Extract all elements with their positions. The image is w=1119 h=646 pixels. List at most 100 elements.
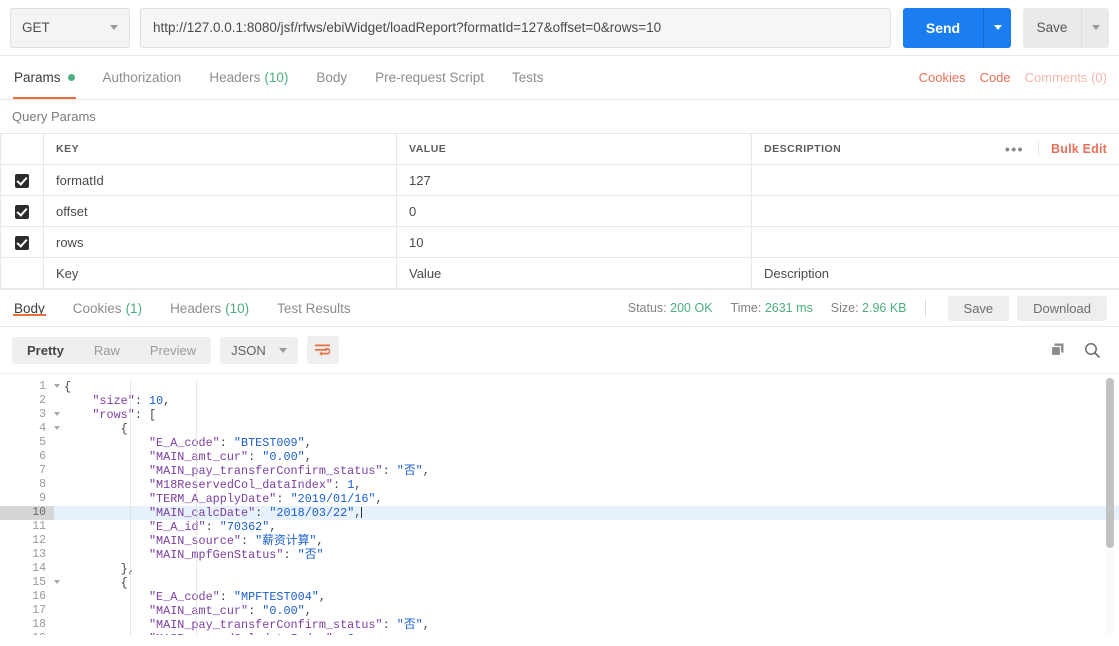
param-key-cell[interactable]: offset bbox=[43, 195, 397, 227]
request-tab-tests[interactable]: Tests bbox=[498, 56, 558, 99]
action-cookies[interactable]: Cookies bbox=[919, 70, 966, 85]
json-key: "MAIN_pay_transferConfirm_status" bbox=[148, 618, 383, 632]
code-line: "E_A_code": "MPFTEST004", bbox=[54, 590, 1119, 604]
json-punctuation: : bbox=[382, 618, 397, 632]
url-input[interactable]: http://127.0.0.1:8080/jsf/rfws/ebiWidget… bbox=[140, 7, 891, 48]
view-mode-raw[interactable]: Raw bbox=[79, 337, 135, 364]
param-description-cell[interactable]: Description bbox=[751, 257, 1119, 289]
tab-label: Headers bbox=[209, 70, 261, 85]
tab-count: (10) bbox=[225, 300, 250, 316]
code-line: "MAIN_source": "薪资计算", bbox=[54, 534, 1119, 548]
param-checkbox-cell bbox=[0, 226, 44, 258]
param-description-cell[interactable] bbox=[751, 164, 1119, 196]
line-number: 18 bbox=[32, 618, 46, 631]
time-value: 2631 ms bbox=[764, 301, 813, 315]
line-number: 5 bbox=[39, 436, 46, 449]
params-col-description-label: DESCRIPTION bbox=[764, 143, 842, 155]
code-line: "rows": [ bbox=[54, 408, 1119, 422]
params-row: offset 0 bbox=[0, 195, 1119, 227]
http-method-select[interactable]: GET bbox=[10, 7, 130, 48]
search-button[interactable] bbox=[1077, 336, 1107, 364]
vertical-scrollbar-thumb[interactable] bbox=[1106, 378, 1114, 548]
request-tab-body[interactable]: Body bbox=[302, 56, 361, 99]
size-value: 2.96 KB bbox=[862, 301, 907, 315]
save-options-button[interactable] bbox=[1081, 7, 1109, 48]
json-punctuation: : bbox=[205, 520, 220, 534]
param-checkbox[interactable] bbox=[15, 204, 29, 219]
line-number: 2 bbox=[39, 394, 46, 407]
bulk-edit-button[interactable]: Bulk Edit bbox=[1039, 142, 1119, 156]
code-line: "MAIN_pay_transferConfirm_status": "否", bbox=[54, 464, 1119, 478]
param-value-cell[interactable]: Value bbox=[396, 257, 752, 289]
horizontal-scrollbar[interactable] bbox=[0, 635, 1119, 639]
action-code[interactable]: Code bbox=[980, 70, 1011, 85]
request-tab-authorization[interactable]: Authorization bbox=[89, 56, 196, 99]
line-number: 12 bbox=[32, 534, 46, 547]
tab-label: Tests bbox=[511, 70, 544, 85]
response-save-button[interactable]: Save bbox=[947, 295, 1010, 321]
copy-button[interactable] bbox=[1043, 336, 1073, 364]
json-key: "MAIN_mpfGenStatus" bbox=[148, 548, 284, 562]
code-line: "MAIN_amt_cur": "0.00", bbox=[54, 450, 1119, 464]
json-key: "E_A_code" bbox=[148, 590, 220, 604]
tab-label: Pre-request Script bbox=[375, 70, 484, 85]
response-tab-body[interactable]: Body bbox=[0, 301, 59, 316]
param-description-cell[interactable] bbox=[751, 195, 1119, 227]
json-string: "70362" bbox=[219, 520, 270, 534]
line-number: 6 bbox=[39, 450, 46, 463]
response-tab-headers[interactable]: Headers (10) bbox=[156, 301, 263, 316]
save-button[interactable]: Save bbox=[1023, 7, 1081, 48]
json-key: "E_A_code" bbox=[148, 436, 220, 450]
request-tab-headers[interactable]: Headers (10) bbox=[195, 56, 302, 99]
response-download-button[interactable]: Download bbox=[1017, 295, 1107, 321]
vertical-scrollbar[interactable] bbox=[1106, 378, 1114, 636]
param-value-cell[interactable]: 0 bbox=[396, 195, 752, 227]
line-number-gutter: 12345678910111213141516171819 bbox=[0, 374, 60, 639]
send-button[interactable]: Send bbox=[903, 7, 983, 48]
response-tab-test-results[interactable]: Test Results bbox=[263, 301, 365, 316]
param-description-cell[interactable] bbox=[751, 226, 1119, 258]
json-string: "2018/03/22" bbox=[269, 506, 355, 520]
copy-icon bbox=[1050, 343, 1064, 357]
json-punctuation: , bbox=[304, 604, 312, 618]
json-string: "MPFTEST004" bbox=[233, 590, 319, 604]
view-mode-pretty[interactable]: Pretty bbox=[12, 336, 79, 364]
view-mode-preview[interactable]: Preview bbox=[135, 337, 211, 364]
param-checkbox[interactable] bbox=[15, 235, 29, 250]
param-key-cell[interactable]: rows bbox=[43, 226, 397, 258]
param-value-cell[interactable]: 10 bbox=[396, 226, 752, 258]
request-tab-pre-request-script[interactable]: Pre-request Script bbox=[361, 56, 498, 99]
response-format-select[interactable]: JSON bbox=[220, 336, 298, 364]
param-value-cell[interactable]: 127 bbox=[396, 164, 752, 196]
code-line: "MAIN_pay_transferConfirm_status": "否", bbox=[54, 618, 1119, 632]
tab-label: Body bbox=[14, 300, 45, 316]
line-number: 14 bbox=[32, 562, 46, 575]
param-checkbox[interactable] bbox=[15, 173, 29, 188]
line-number: 1 bbox=[0, 380, 60, 394]
param-key-cell[interactable]: Key bbox=[43, 257, 397, 289]
send-options-button[interactable] bbox=[983, 7, 1011, 48]
json-punctuation: , bbox=[318, 590, 326, 604]
response-tab-cookies[interactable]: Cookies (1) bbox=[59, 301, 156, 316]
action-comments-0[interactable]: Comments (0) bbox=[1025, 70, 1107, 85]
tab-label: Authorization bbox=[102, 70, 182, 85]
json-code-content[interactable]: { "size": 10, "rows": [ { "E_A_code": "B… bbox=[54, 374, 1119, 639]
response-tabs: Body Cookies (1) Headers (10) Test Results bbox=[0, 301, 365, 316]
json-punctuation: , bbox=[422, 618, 430, 632]
send-button-group: Send bbox=[903, 7, 1011, 48]
request-tab-params[interactable]: Params bbox=[0, 56, 89, 99]
code-line: "size": 10, bbox=[54, 394, 1119, 408]
response-body-code-view[interactable]: 12345678910111213141516171819 { "size": … bbox=[0, 373, 1119, 639]
param-key-cell[interactable]: formatId bbox=[43, 164, 397, 196]
word-wrap-button[interactable] bbox=[306, 336, 339, 364]
json-string: "否" bbox=[297, 548, 324, 562]
json-punctuation: , bbox=[304, 450, 312, 464]
query-params-title: Query Params bbox=[12, 109, 96, 124]
more-options-icon[interactable]: ••• bbox=[991, 142, 1040, 156]
